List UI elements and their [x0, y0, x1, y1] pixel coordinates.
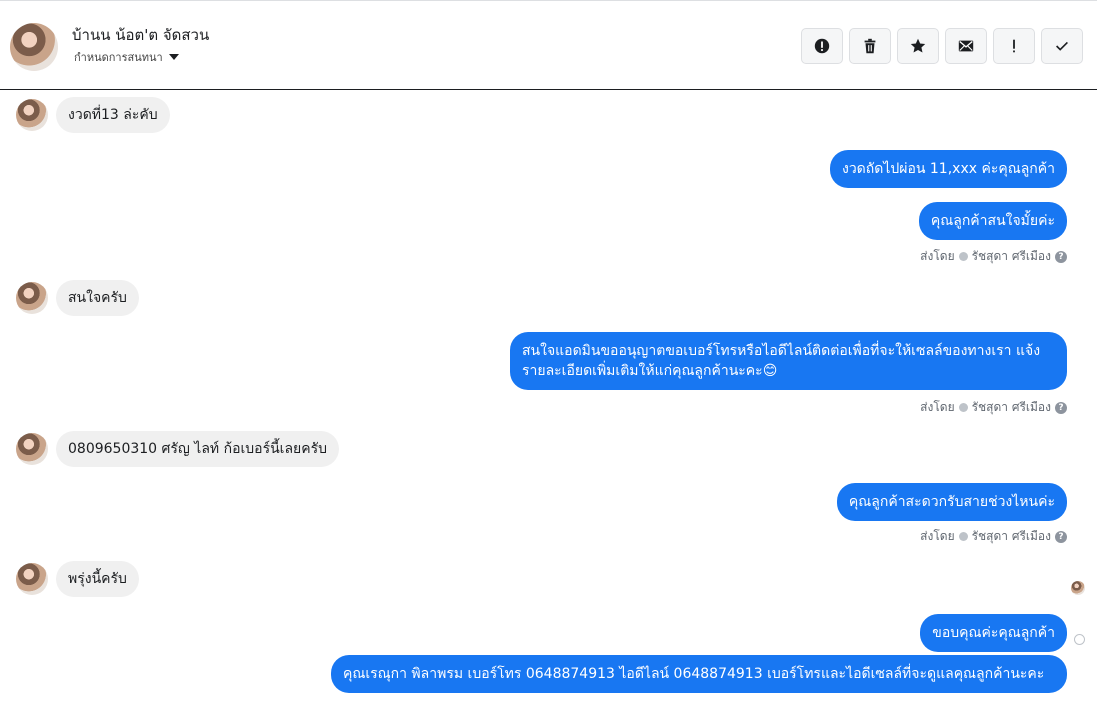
incoming-message: สนใจครับ: [16, 280, 139, 316]
incoming-message: พรุ่งนี้ครับ: [16, 561, 139, 597]
sender-avatar[interactable]: [16, 563, 48, 595]
conversation-settings-dropdown[interactable]: กำหนดการสนทนา: [74, 48, 179, 66]
check-icon: [1056, 41, 1068, 51]
caret-down-icon: [168, 54, 179, 60]
outgoing-message-bubble[interactable]: คุณลูกค้าสนใจมั้ยค่ะ: [918, 202, 1067, 240]
spam-button[interactable]: [993, 28, 1035, 64]
message-bubble[interactable]: งวดที่13 ล่ะคับ: [56, 97, 170, 133]
help-icon[interactable]: ?: [1055, 530, 1067, 543]
delete-button[interactable]: [849, 28, 891, 64]
sender-avatar[interactable]: [16, 99, 48, 131]
mark-unread-button[interactable]: [945, 28, 987, 64]
check-circle-icon: [958, 403, 968, 412]
star-button[interactable]: [897, 28, 939, 64]
seen-indicator-avatar: [1071, 581, 1085, 595]
envelope-icon: [958, 40, 974, 52]
message-bubble[interactable]: พรุ่งนี้ครับ: [56, 561, 139, 597]
sent-by-label: ส่งโดย รัชสุดา ศรีเมือง ?: [920, 527, 1067, 546]
sender-name[interactable]: รัชสุดา ศรีเมือง: [972, 247, 1051, 266]
check-circle-icon: [958, 532, 968, 541]
report-button[interactable]: [801, 28, 843, 64]
help-icon[interactable]: ?: [1055, 250, 1067, 263]
message-bubble[interactable]: สนใจครับ: [56, 280, 139, 316]
contact-avatar[interactable]: [10, 23, 58, 71]
sender-avatar[interactable]: [16, 282, 48, 314]
sent-by-text: ส่งโดย: [920, 400, 955, 414]
outgoing-message-bubble[interactable]: คุณลูกค้าสะดวกรับสายช่วงไหนค่ะ: [836, 483, 1067, 521]
sent-by-text: ส่งโดย: [920, 249, 955, 263]
exclamation-icon: [1013, 39, 1015, 53]
sender-name[interactable]: รัชสุดา ศรีเมือง: [972, 527, 1051, 546]
check-circle-icon: [958, 252, 968, 261]
outgoing-message-bubble[interactable]: คุณเรณุกา พิลาพรม เบอร์โทร 0648874913 ไอ…: [331, 655, 1067, 693]
conversation-settings-label: กำหนดการสนทนา: [74, 51, 163, 64]
outgoing-message-bubble[interactable]: สนใจแอดมินขออนุญาตขอเบอร์โทรหรือไอดีไลน์…: [510, 332, 1067, 390]
trash-icon: [864, 38, 876, 54]
sent-by-label: ส่งโดย รัชสุดา ศรีเมือง ?: [920, 398, 1067, 417]
alert-circle-icon: [814, 38, 830, 54]
incoming-message: 0809650310 ศรัญ ไลท์ ก้อเบอร์นี้เลยครับ: [16, 431, 339, 467]
conversation-header: บ้านน น้อต'ต จัดสวน กำหนดการสนทนา: [0, 0, 1097, 90]
contact-name[interactable]: บ้านน น้อต'ต จัดสวน: [72, 23, 209, 47]
sent-by-text: ส่งโดย: [920, 529, 955, 543]
star-icon: [910, 38, 926, 53]
sender-name[interactable]: รัชสุดา ศรีเมือง: [972, 398, 1051, 417]
help-icon[interactable]: ?: [1055, 401, 1067, 414]
delivered-check-icon: [1074, 634, 1085, 645]
sender-avatar[interactable]: [16, 433, 48, 465]
message-thread[interactable]: งวดที่13 ล่ะคับ งวดถัดไปผ่อน 11,xxx ค่ะค…: [0, 91, 1097, 708]
mark-done-button[interactable]: [1041, 28, 1083, 64]
sent-by-label: ส่งโดย รัชสุดา ศรีเมือง ?: [920, 247, 1067, 266]
outgoing-message-bubble[interactable]: ขอบคุณค่ะคุณลูกค้า: [920, 614, 1067, 652]
outgoing-message-bubble[interactable]: งวดถัดไปผ่อน 11,xxx ค่ะคุณลูกค้า: [829, 150, 1067, 188]
action-toolbar: [801, 28, 1083, 64]
message-bubble[interactable]: 0809650310 ศรัญ ไลท์ ก้อเบอร์นี้เลยครับ: [56, 431, 339, 467]
incoming-message: งวดที่13 ล่ะคับ: [16, 97, 170, 133]
